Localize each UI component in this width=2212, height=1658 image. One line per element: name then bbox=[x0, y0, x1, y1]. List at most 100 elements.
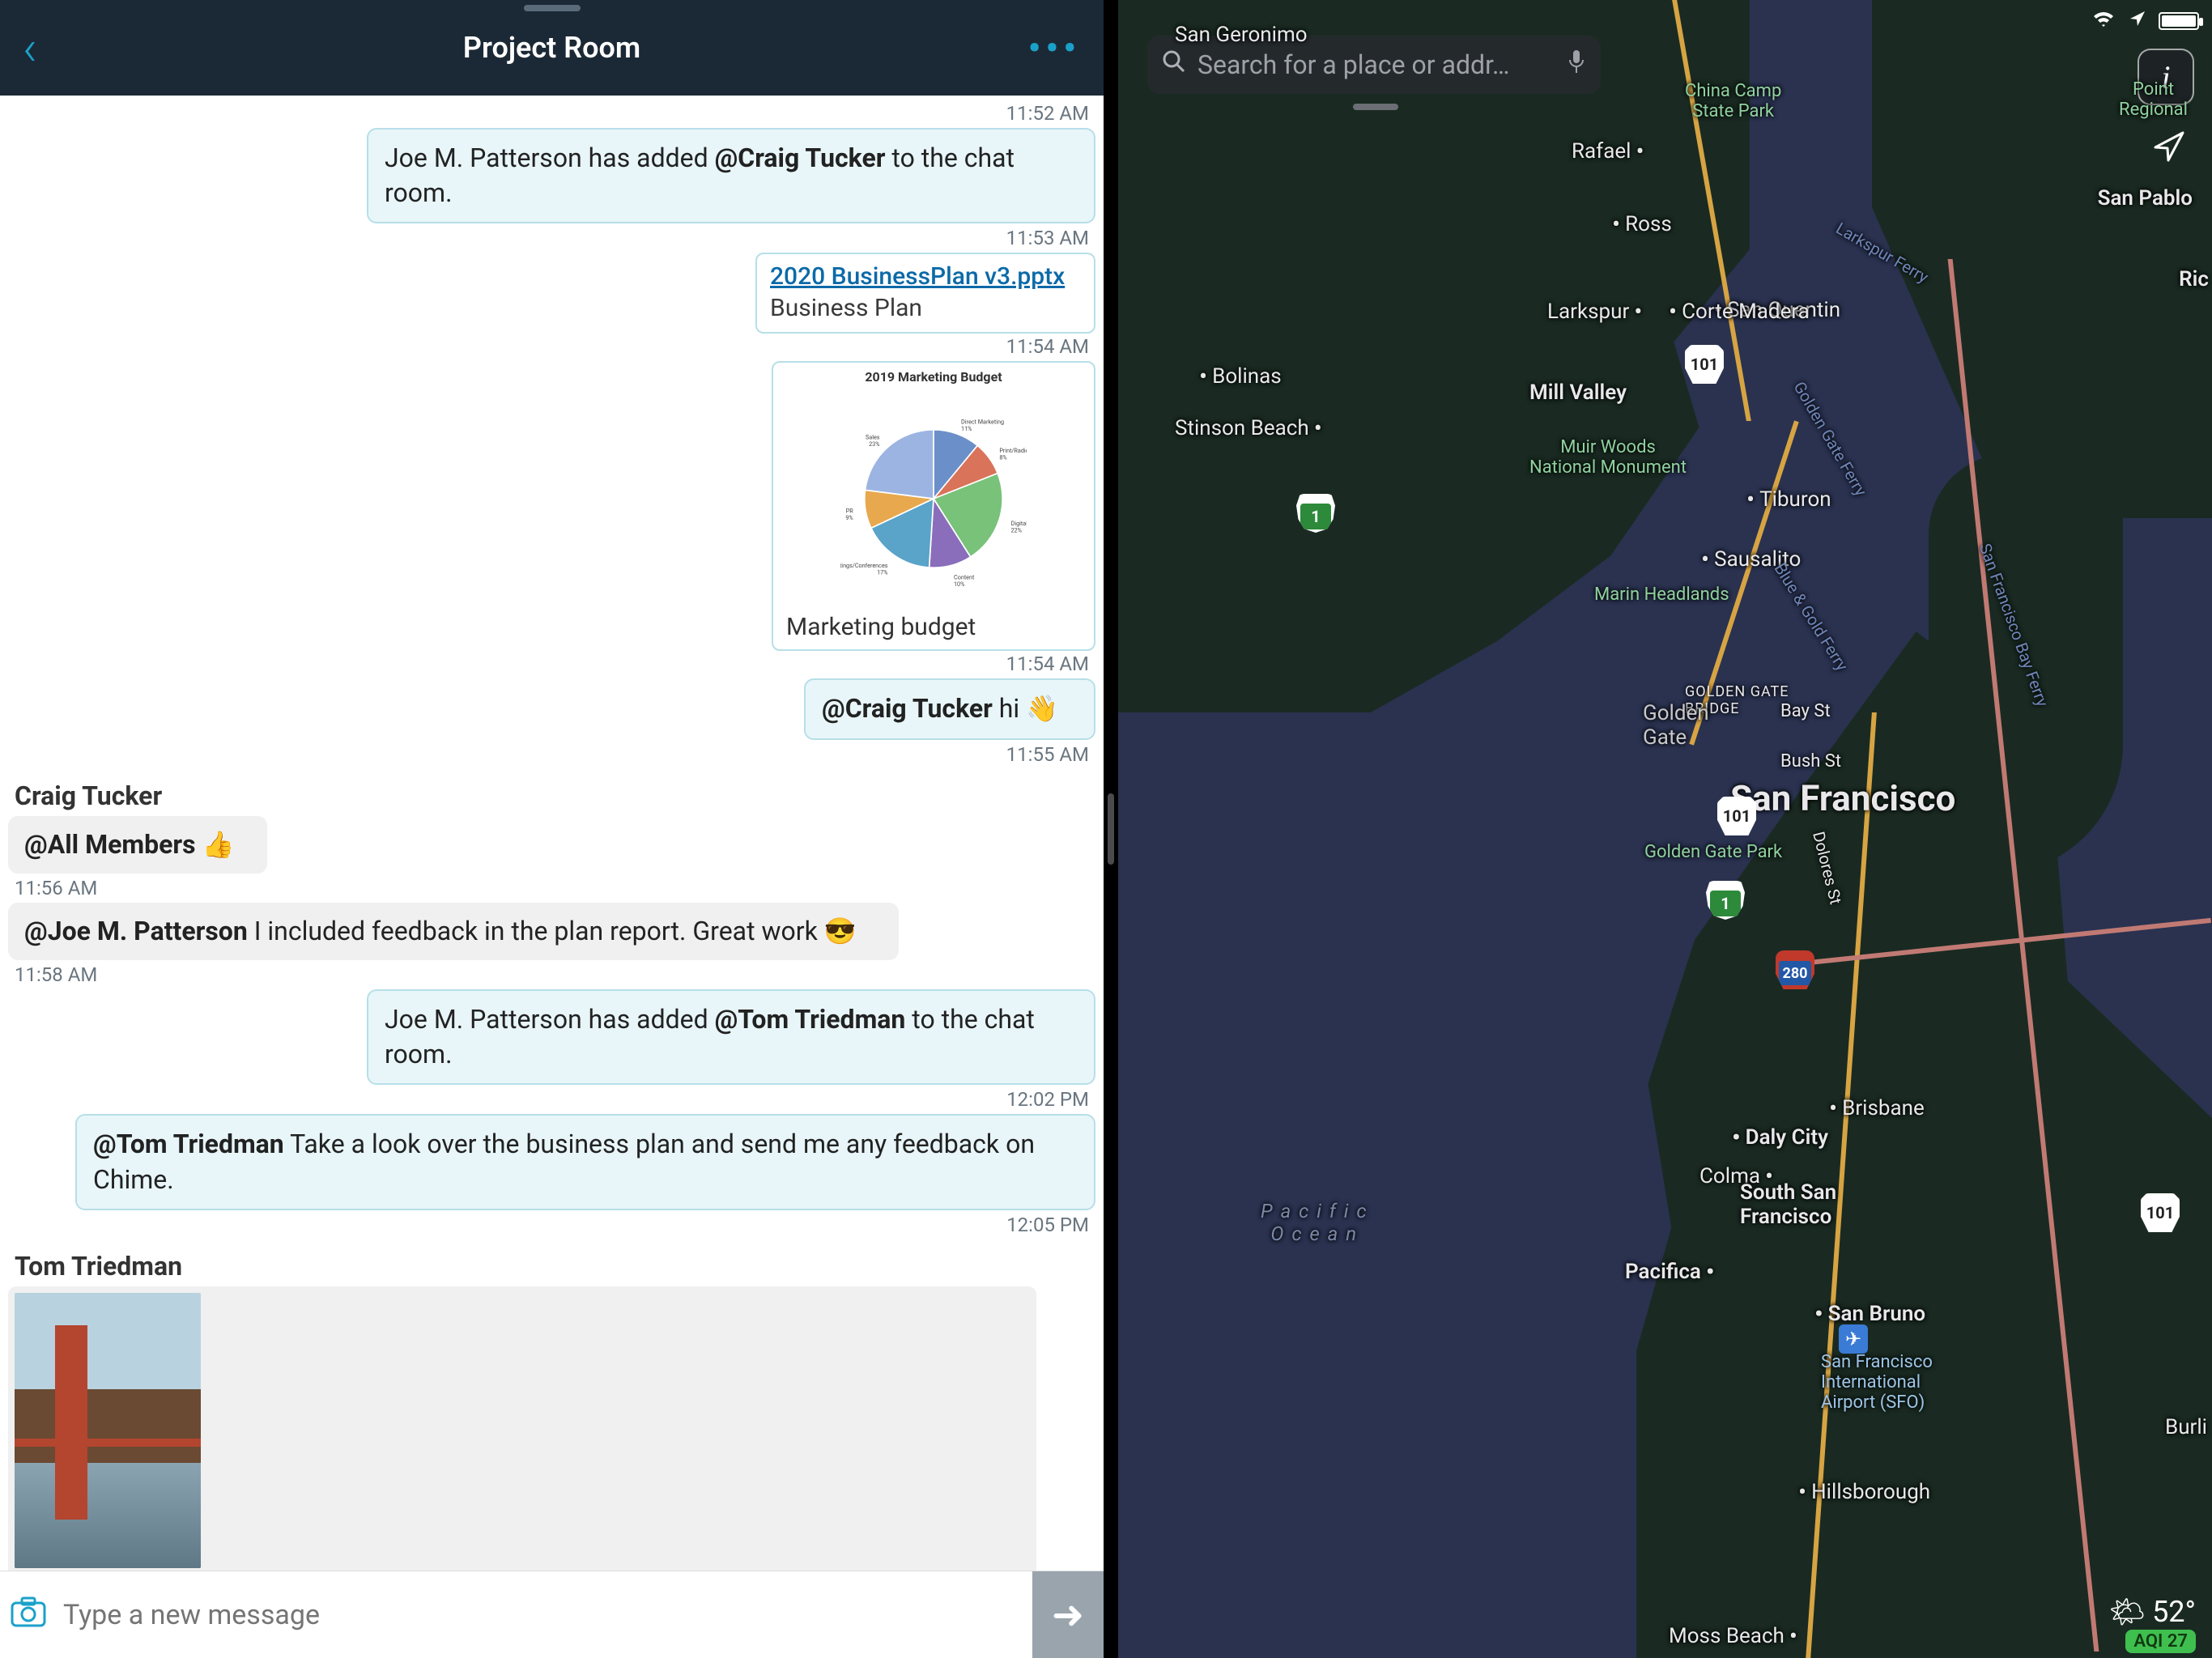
text: I included feedback in the plan report. … bbox=[248, 916, 857, 946]
drag-handle-icon[interactable] bbox=[524, 5, 581, 11]
outgoing-message: @Craig Tucker hi 👋 bbox=[804, 678, 1095, 739]
map-pane[interactable]: Search for a place or addr… i San Geroni… bbox=[1118, 0, 2212, 1658]
svg-text:Meetings/Conferences17%: Meetings/Conferences17% bbox=[840, 562, 888, 576]
weather-widget[interactable]: 🌤 52° bbox=[2108, 1595, 2196, 1629]
map-label: Tiburon bbox=[1746, 486, 1831, 514]
route-shield-i280: 280 bbox=[1776, 950, 1814, 989]
route-shield-us101: 101 bbox=[1717, 797, 1756, 835]
map-label: Moss Beach bbox=[1669, 1622, 1797, 1651]
room-title: Project Room bbox=[463, 31, 640, 65]
mention[interactable]: @All Members bbox=[24, 829, 196, 860]
sender-name: Tom Triedman bbox=[15, 1251, 1095, 1282]
message-composer: ➜ bbox=[0, 1571, 1104, 1658]
timestamp: 12:02 PM bbox=[8, 1088, 1095, 1111]
chat-pane: ‹ Project Room ••• 11:52 AM Joe M. Patte… bbox=[0, 0, 1104, 1658]
chart-title: 2019 Marketing Budget bbox=[780, 369, 1087, 385]
status-bar bbox=[2091, 6, 2199, 35]
timestamp: 11:55 AM bbox=[8, 743, 1095, 766]
timestamp: 11:56 AM bbox=[8, 877, 1095, 899]
timestamp: 11:52 AM bbox=[8, 102, 1095, 125]
map-label: Pacifica bbox=[1625, 1258, 1715, 1286]
map-label: Hillsborough bbox=[1798, 1478, 1930, 1507]
mention[interactable]: @Craig Tucker bbox=[715, 142, 886, 173]
airport-icon: ✈ bbox=[1839, 1324, 1868, 1354]
mention[interactable]: @Tom Triedman bbox=[93, 1129, 284, 1159]
camera-icon[interactable] bbox=[0, 1594, 57, 1636]
map-label: San FranciscoInternationalAirport (SFO) bbox=[1821, 1352, 1933, 1413]
svg-text:Digital22%: Digital22% bbox=[1011, 520, 1027, 534]
landmass bbox=[1118, 0, 1750, 712]
locate-button[interactable] bbox=[2152, 130, 2186, 173]
grip-icon bbox=[1108, 793, 1114, 865]
image-caption: Marketing budget bbox=[780, 608, 1087, 641]
route-shield-us101: 101 bbox=[2141, 1193, 2180, 1232]
map-label: San Bruno bbox=[1814, 1300, 1925, 1329]
back-button[interactable]: ‹ bbox=[23, 19, 37, 77]
map-label: Muir WoodsNational Monument bbox=[1529, 437, 1687, 478]
map-label: Bush St bbox=[1780, 751, 1841, 772]
map-label: Burli bbox=[2165, 1415, 2207, 1439]
timestamp: 11:53 AM bbox=[8, 227, 1095, 249]
map-label: San Francisco bbox=[1730, 777, 1955, 819]
aqi-badge[interactable]: AQI 27 bbox=[2125, 1630, 2196, 1653]
file-attachment[interactable]: 2020 BusinessPlan v3.pptx Business Plan bbox=[755, 253, 1095, 334]
map-label: Bolinas bbox=[1199, 363, 1282, 391]
map-label: PointRegional bbox=[2119, 79, 2188, 121]
map-label: Ross bbox=[1612, 210, 1672, 239]
map-label: Marin Headlands bbox=[1594, 585, 1729, 605]
svg-text:Direct Marketing11%: Direct Marketing11% bbox=[961, 419, 1004, 433]
svg-text:Print/Radio/TV8%: Print/Radio/TV8% bbox=[999, 447, 1027, 461]
map-label: Brisbane bbox=[1829, 1095, 1925, 1123]
chat-scroll[interactable]: 11:52 AM Joe M. Patterson has added @Cra… bbox=[0, 96, 1104, 1571]
map-label: Rafael bbox=[1572, 138, 1644, 166]
timestamp: 11:54 AM bbox=[8, 335, 1095, 358]
battery-icon bbox=[2159, 12, 2199, 30]
map-label: GoldenGate bbox=[1643, 701, 1709, 750]
message-input[interactable] bbox=[57, 1592, 1032, 1638]
emoji: 👍 bbox=[196, 829, 235, 860]
weather-icon: 🌤 bbox=[2108, 1595, 2146, 1629]
map-label: Bay St bbox=[1780, 701, 1831, 721]
timestamp: 11:54 AM bbox=[8, 653, 1095, 675]
location-services-icon bbox=[2128, 6, 2147, 35]
map-label: P a c i f i cO c e a n bbox=[1261, 1200, 1368, 1245]
photo-thumbnail[interactable] bbox=[15, 1293, 201, 1568]
mention[interactable]: @Craig Tucker bbox=[822, 693, 993, 724]
wifi-icon bbox=[2091, 6, 2116, 35]
svg-text:Content10%: Content10% bbox=[954, 574, 975, 589]
map-label: Corte Madera bbox=[1669, 298, 1810, 326]
map-label: San Pablo bbox=[2098, 186, 2193, 210]
mention[interactable]: @Tom Triedman bbox=[715, 1004, 906, 1035]
map-label: Golden Gate Ferry bbox=[1789, 378, 1870, 500]
outgoing-message: @Tom Triedman Take a look over the busin… bbox=[75, 1114, 1095, 1209]
svg-text:Sales23%: Sales23% bbox=[866, 434, 880, 449]
incoming-message: @All Members 👍 bbox=[8, 816, 267, 874]
svg-text:PR9%: PR9% bbox=[845, 508, 853, 522]
weather-temp: 52° bbox=[2152, 1595, 2196, 1629]
search-icon bbox=[1162, 49, 1186, 81]
chat-header: ‹ Project Room ••• bbox=[0, 0, 1104, 96]
sender-name: Craig Tucker bbox=[15, 780, 1095, 811]
file-link[interactable]: 2020 BusinessPlan v3.pptx bbox=[770, 262, 1081, 291]
text: Sounds good. FYI I am also drafting our … bbox=[15, 1568, 1030, 1571]
incoming-message: Sounds good. FYI I am also drafting our … bbox=[8, 1286, 1036, 1571]
microphone-icon[interactable] bbox=[1567, 49, 1586, 81]
pie-chart: Direct Marketing11% Print/Radio/TV8% Digit… bbox=[780, 389, 1087, 608]
drag-handle-icon[interactable] bbox=[1353, 104, 1398, 110]
map-label: Larkspur bbox=[1547, 298, 1642, 326]
mention[interactable]: @Joe M. Patterson bbox=[24, 916, 248, 946]
map-label: South SanFrancisco bbox=[1740, 1180, 1836, 1229]
map-label: Blue & Gold Ferry bbox=[1771, 559, 1853, 674]
image-attachment[interactable]: 2019 Marketing Budget Direct Marketing11… bbox=[772, 361, 1095, 651]
timestamp: 12:05 PM bbox=[8, 1214, 1095, 1236]
map-label: Ric bbox=[2179, 267, 2209, 291]
search-placeholder: Search for a place or addr… bbox=[1197, 49, 1555, 80]
more-button[interactable]: ••• bbox=[1028, 27, 1081, 69]
file-description: Business Plan bbox=[770, 294, 1081, 322]
system-message: Joe M. Patterson has added @Craig Tucker… bbox=[367, 128, 1095, 223]
split-divider[interactable] bbox=[1104, 0, 1118, 1658]
send-button[interactable]: ➜ bbox=[1032, 1571, 1104, 1658]
map-label: San Geronimo bbox=[1175, 23, 1308, 47]
system-message: Joe M. Patterson has added @Tom Triedman… bbox=[367, 989, 1095, 1085]
incoming-message: @Joe M. Patterson I included feedback in… bbox=[8, 903, 899, 960]
